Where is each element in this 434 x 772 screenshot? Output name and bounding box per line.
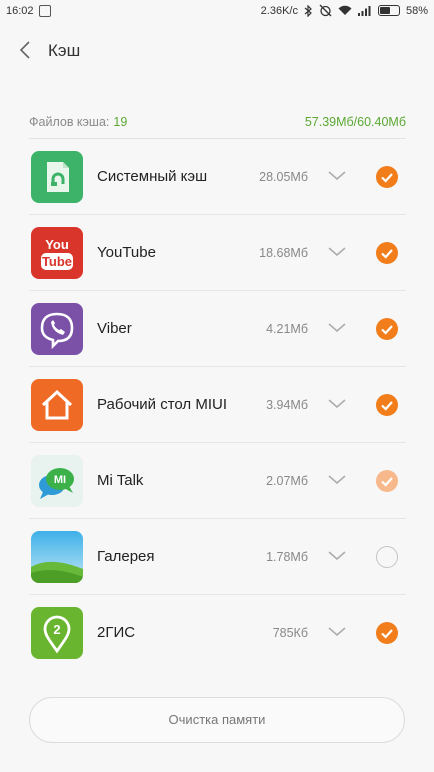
app-row-viber[interactable]: Viber 4.21Мб xyxy=(29,291,406,367)
cache-files-label: Файлов кэша: xyxy=(29,115,110,129)
app-name: Mi Talk xyxy=(97,472,144,489)
signal-icon xyxy=(357,6,371,16)
select-checkbox[interactable] xyxy=(376,622,398,644)
app-row-youtube[interactable]: You Tube YouTube 18.68Мб xyxy=(29,215,406,291)
app-row-system-cache[interactable]: Системный кэш 28.05Мб xyxy=(29,139,406,215)
battery-percent: 58% xyxy=(405,4,428,17)
header: Кэш xyxy=(0,24,434,76)
cache-app-list: Системный кэш 28.05Мб You Tube YouTube 1… xyxy=(29,139,406,671)
miui-home-icon xyxy=(31,379,83,431)
alarm-off-icon xyxy=(319,4,332,17)
system-cache-icon xyxy=(31,151,83,203)
page-title: Кэш xyxy=(48,41,81,60)
wifi-icon xyxy=(338,5,352,15)
chevron-down-icon[interactable] xyxy=(327,321,347,335)
youtube-logo-you: You xyxy=(45,237,69,252)
checkmark-icon xyxy=(381,325,393,335)
select-checkbox[interactable] xyxy=(376,546,398,568)
app-size: 28.05Мб xyxy=(259,170,308,184)
cache-files-count: 19 xyxy=(113,115,128,129)
checkmark-icon xyxy=(381,477,393,487)
mi-talk-icon: MI xyxy=(31,455,83,507)
app-row-mi-talk[interactable]: MI Mi Talk 2.07Мб xyxy=(29,443,406,519)
clear-memory-button[interactable]: Очистка памяти xyxy=(29,697,405,743)
app-row-2gis[interactable]: 2 2ГИС 785Кб xyxy=(29,595,406,671)
bluetooth-icon xyxy=(304,4,312,17)
battery-icon xyxy=(377,5,400,16)
select-checkbox[interactable] xyxy=(376,318,398,340)
cache-summary: Файлов кэша: 19 57.39Мб/60.40Мб xyxy=(29,115,406,129)
chevron-down-icon[interactable] xyxy=(327,549,347,563)
status-time: 16:02 xyxy=(6,5,34,17)
app-row-gallery[interactable]: Галерея 1.78Мб xyxy=(29,519,406,595)
app-name: YouTube xyxy=(97,244,156,261)
app-size: 1.78Мб xyxy=(266,550,308,564)
youtube-logo-tube: Tube xyxy=(42,254,72,269)
app-name: 2ГИС xyxy=(97,624,136,641)
select-checkbox[interactable] xyxy=(376,242,398,264)
app-size: 2.07Мб xyxy=(266,474,308,488)
app-row-miui-home[interactable]: Рабочий стол MIUI 3.94Мб xyxy=(29,367,406,443)
back-arrow-icon[interactable] xyxy=(14,38,38,62)
chevron-down-icon[interactable] xyxy=(327,169,347,183)
select-checkbox[interactable] xyxy=(376,470,398,492)
chevron-down-icon[interactable] xyxy=(327,397,347,411)
checkmark-icon xyxy=(381,401,393,411)
app-size: 4.21Мб xyxy=(266,322,308,336)
app-size: 18.68Мб xyxy=(259,246,308,260)
app-size: 785Кб xyxy=(272,626,308,640)
checkmark-icon xyxy=(381,629,393,639)
notification-icon xyxy=(39,5,51,17)
cache-total-size: 57.39Мб/60.40Мб xyxy=(304,115,406,129)
2gis-icon: 2 xyxy=(31,607,83,659)
select-checkbox[interactable] xyxy=(376,166,398,188)
2gis-logo-text: 2 xyxy=(53,622,60,637)
gallery-icon xyxy=(31,531,83,583)
app-name: Системный кэш xyxy=(97,168,208,185)
network-speed: 2.36K/c xyxy=(260,4,298,17)
chevron-down-icon[interactable] xyxy=(327,625,347,639)
mi-talk-logo-text: MI xyxy=(54,474,66,486)
app-name: Рабочий стол MIUI xyxy=(97,396,227,413)
status-bar: 16:02 2.36K/c 58% xyxy=(0,0,434,24)
app-size: 3.94Мб xyxy=(266,398,308,412)
checkmark-icon xyxy=(381,173,393,183)
app-name: Viber xyxy=(97,320,132,337)
checkmark-icon xyxy=(381,249,393,259)
app-name: Галерея xyxy=(97,548,155,565)
chevron-down-icon[interactable] xyxy=(327,245,347,259)
chevron-down-icon[interactable] xyxy=(327,473,347,487)
select-checkbox[interactable] xyxy=(376,394,398,416)
viber-icon xyxy=(31,303,83,355)
youtube-icon: You Tube xyxy=(31,227,83,279)
